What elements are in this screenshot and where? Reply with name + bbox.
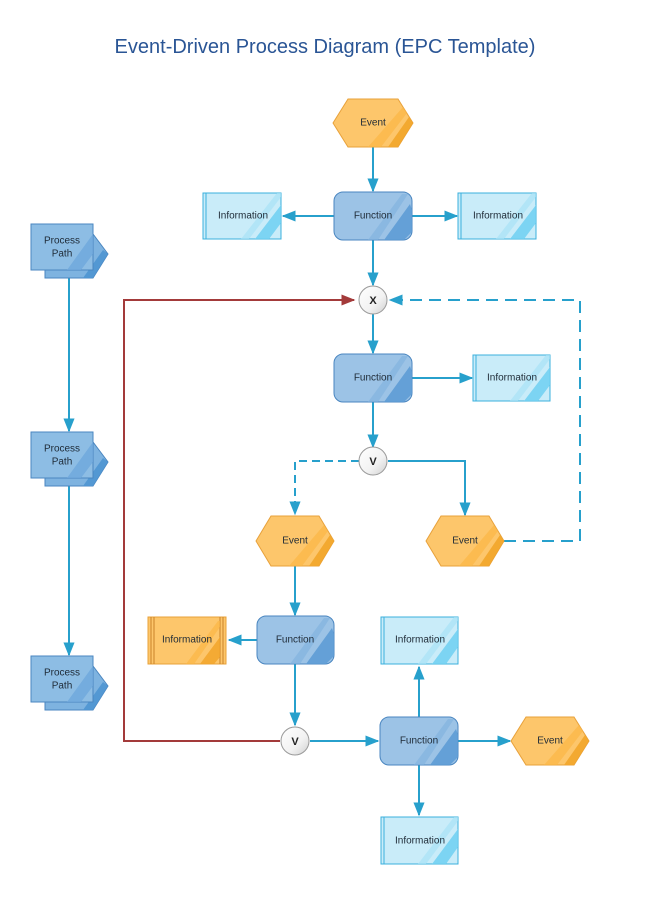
connectors: [63, 147, 581, 817]
event-label: Event: [282, 536, 308, 547]
information-3-orange[interactable]: Information: [147, 616, 227, 665]
function-2[interactable]: Function: [333, 353, 413, 403]
xor-gateway[interactable]: X: [358, 285, 388, 315]
edge-event-right-to-xor: [388, 294, 581, 542]
event-left[interactable]: Event: [255, 515, 335, 567]
gateway-symbol: X: [369, 295, 377, 307]
process-path-label-line1: Process: [44, 236, 80, 247]
edge-or-1-to-event-left: [289, 460, 359, 516]
event-end[interactable]: Event: [510, 716, 590, 766]
function-label: Function: [354, 373, 392, 384]
process-path-3[interactable]: Process Path: [30, 655, 109, 711]
or-gateway-2[interactable]: V: [280, 726, 310, 756]
function-label: Function: [400, 736, 438, 747]
or-gateway-1[interactable]: V: [358, 446, 388, 476]
process-path-1[interactable]: Process Path: [30, 223, 109, 279]
edge-or-1-to-event-right: [388, 460, 471, 517]
function-1[interactable]: Function: [333, 191, 413, 241]
information-1-right[interactable]: Information: [457, 192, 537, 240]
information-4-bottom[interactable]: Information: [380, 816, 459, 865]
information-1-left[interactable]: Information: [202, 192, 282, 240]
function-label: Function: [354, 211, 392, 222]
event-top[interactable]: Event: [332, 98, 414, 148]
process-path-label-line2: Path: [52, 681, 73, 692]
information-label: Information: [395, 836, 445, 847]
gateway-symbol: V: [369, 456, 377, 468]
function-4[interactable]: Function: [379, 716, 459, 766]
event-label: Event: [360, 118, 386, 129]
function-3[interactable]: Function: [256, 615, 335, 665]
event-right[interactable]: Event: [425, 515, 505, 567]
event-label: Event: [452, 536, 478, 547]
information-2[interactable]: Information: [472, 354, 551, 402]
information-label: Information: [473, 211, 523, 222]
information-label: Information: [487, 373, 537, 384]
process-path-label-line2: Path: [52, 457, 73, 468]
function-label: Function: [276, 635, 314, 646]
process-path-2[interactable]: Process Path: [30, 431, 109, 487]
information-label: Information: [395, 635, 445, 646]
process-path-label-line1: Process: [44, 668, 80, 679]
epc-diagram-canvas: Event Event Event Event Function Functio…: [30, 98, 590, 865]
event-label: Event: [537, 736, 563, 747]
information-label: Information: [162, 635, 212, 646]
process-path-label-line2: Path: [52, 249, 73, 260]
information-4-top[interactable]: Information: [380, 616, 459, 665]
process-path-label-line1: Process: [44, 444, 80, 455]
gateway-symbol: V: [291, 736, 299, 748]
information-label: Information: [218, 211, 268, 222]
